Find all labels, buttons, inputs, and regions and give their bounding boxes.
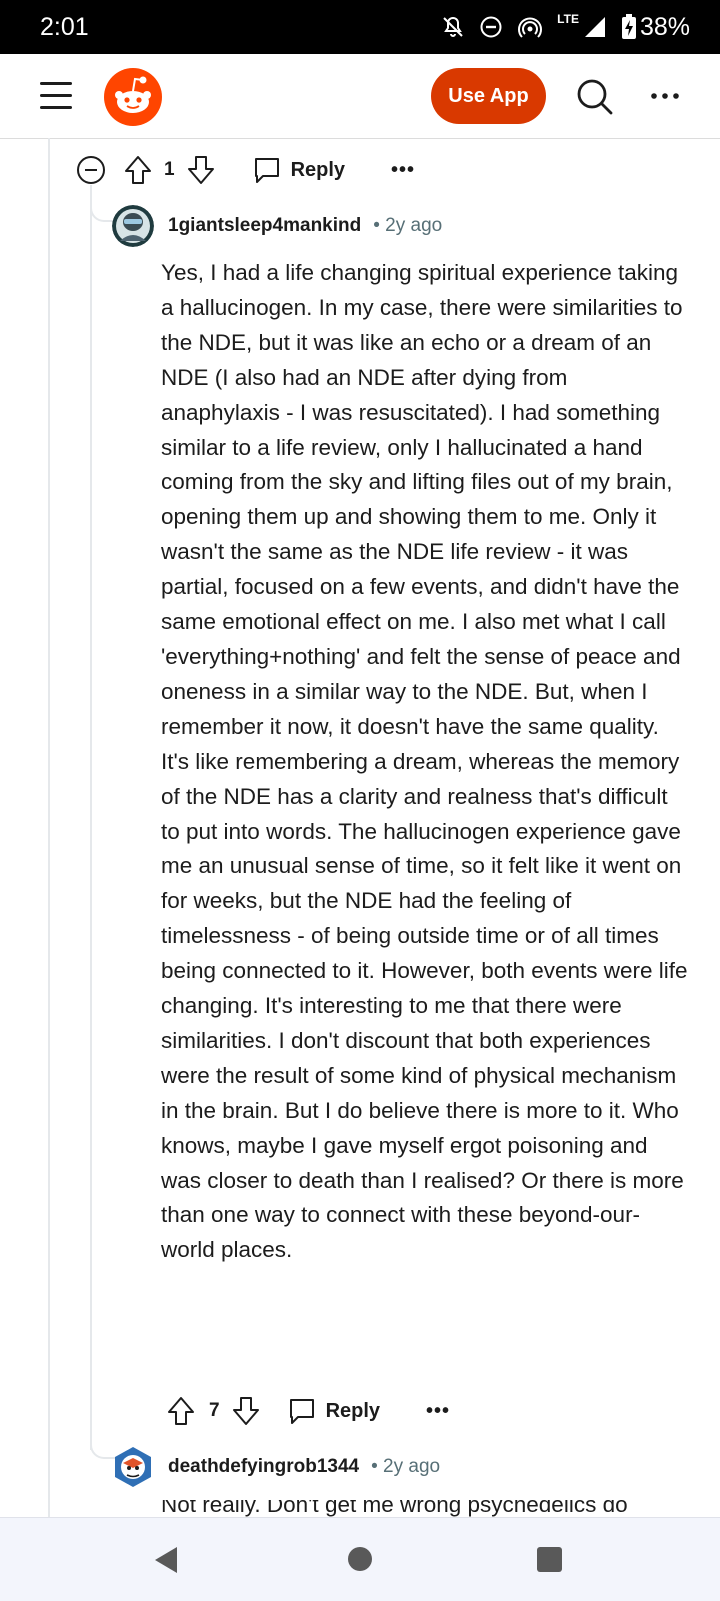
post-age: • 2y ago	[373, 215, 443, 236]
downvote-icon[interactable]	[187, 155, 215, 185]
battery-charging-icon	[621, 14, 636, 39]
upvote-icon[interactable]	[124, 155, 152, 185]
upvote-icon[interactable]	[167, 1396, 195, 1426]
username[interactable]: 1giantsleep4mankind	[168, 215, 361, 237]
reply-button[interactable]: Reply	[288, 1397, 380, 1425]
comment-body-partial: Not really. Don't get me wrong psychedel…	[161, 1500, 689, 1517]
thread-line	[48, 138, 50, 1518]
status-icons: LTE 38%	[441, 12, 690, 42]
parent-action-row: 1 Reply •••	[76, 150, 415, 190]
hamburger-icon[interactable]	[40, 82, 72, 110]
username[interactable]: deathdefyingrob1344	[168, 1456, 359, 1478]
status-time: 2:01	[40, 12, 89, 41]
battery: 38%	[621, 13, 690, 42]
collapse-icon[interactable]	[76, 155, 106, 185]
hotspot-icon	[518, 17, 543, 38]
search-icon[interactable]	[576, 78, 614, 116]
reply-icon	[289, 1399, 314, 1424]
reply-icon	[254, 158, 279, 183]
use-app-button[interactable]: Use App	[431, 68, 546, 124]
avatar[interactable]	[112, 1446, 154, 1488]
vote-count: 7	[209, 1400, 220, 1421]
do-not-disturb-icon	[480, 16, 502, 38]
comment-body: Yes, I had a life changing spiritual exp…	[161, 260, 688, 1263]
more-options-icon[interactable]	[650, 84, 680, 108]
reddit-logo-icon[interactable]	[104, 68, 162, 126]
dnd-bell-off-icon	[443, 16, 463, 37]
back-icon[interactable]	[153, 1545, 179, 1575]
reply-button[interactable]: Reply	[253, 156, 345, 184]
comment-author-row: 1giantsleep4mankind • 2y ago	[112, 204, 442, 248]
vote-count: 1	[164, 159, 175, 180]
home-icon[interactable]	[348, 1547, 372, 1571]
thread-line	[90, 185, 92, 1450]
comment-author-row: deathdefyingrob1344 • 2y ago	[112, 1445, 440, 1489]
recents-icon[interactable]	[537, 1547, 562, 1572]
system-nav-bar	[0, 1517, 720, 1601]
comment-body-text: Not really. Don't get me wrong psychedel…	[161, 1500, 628, 1517]
app-header: Use App	[0, 54, 720, 139]
battery-percent: 38%	[639, 12, 690, 41]
post-age: • 2y ago	[371, 1456, 441, 1477]
downvote-icon[interactable]	[232, 1396, 260, 1426]
reply-label: Reply	[290, 158, 346, 181]
comment-action-row: 7 Reply •••	[167, 1391, 450, 1431]
reply-label: Reply	[325, 1399, 381, 1422]
avatar[interactable]	[112, 205, 154, 247]
network-type: LTE	[557, 12, 579, 26]
status-bar: 2:01 LTE 38%	[0, 0, 720, 54]
signal-icon	[584, 17, 605, 37]
more-options-button[interactable]: •••	[391, 159, 415, 182]
more-options-button[interactable]: •••	[426, 1400, 450, 1423]
